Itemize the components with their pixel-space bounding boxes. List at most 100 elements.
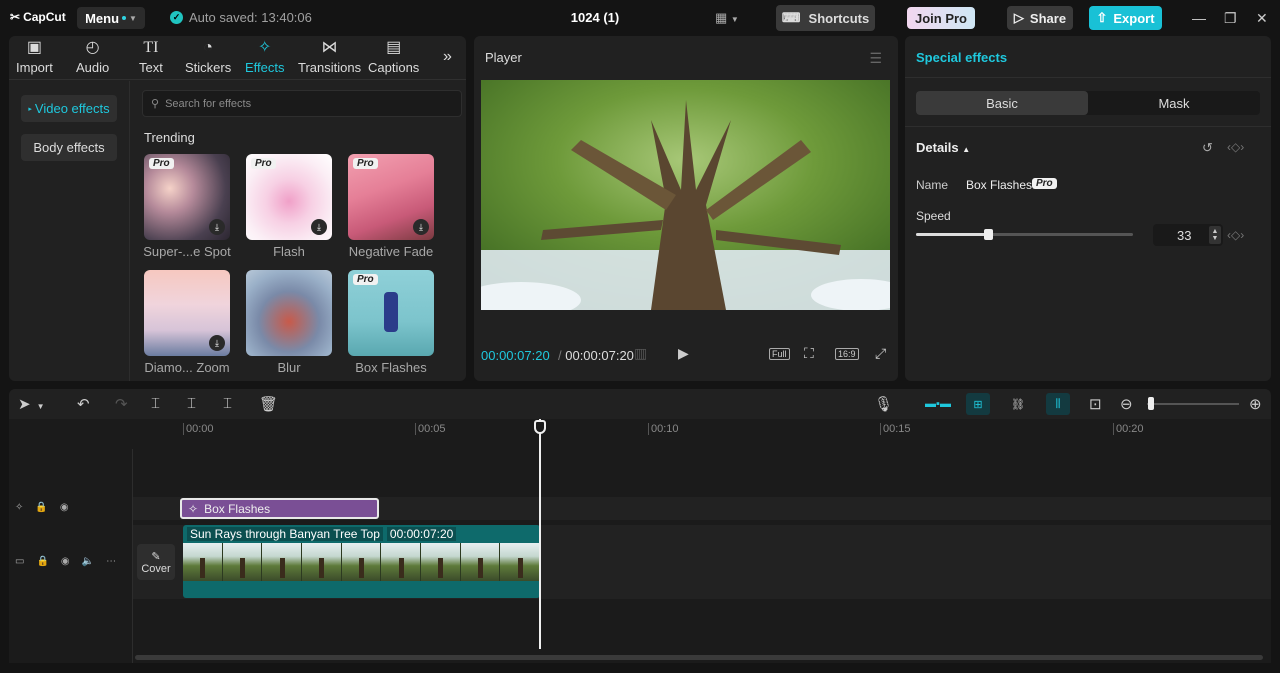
select-cursor-icon[interactable]: ➤ ▼: [18, 395, 45, 413]
video-clip[interactable]: Sun Rays through Banyan Tree Top 00:00:07…: [183, 525, 540, 598]
project-name[interactable]: 1024 (1): [560, 10, 630, 25]
text-icon: TI: [143, 39, 159, 56]
hamburger-icon[interactable]: ☰: [869, 50, 882, 67]
delete-icon[interactable]: 🗑: [259, 395, 278, 413]
eye-icon[interactable]: ◉: [61, 556, 70, 567]
lock-icon[interactable]: 🔒: [36, 556, 48, 567]
effects-icon: ✧: [258, 39, 272, 56]
stepper-icon[interactable]: ▲ ▼: [1209, 226, 1221, 244]
effect-card-super-spot[interactable]: Pro ⤓: [144, 154, 230, 240]
keyframe-icon[interactable]: ‹◇›: [1227, 140, 1244, 154]
more-icon[interactable]: ⋯: [106, 556, 116, 567]
cover-button[interactable]: ✎ Cover: [137, 544, 175, 580]
speed-slider-fill: [916, 233, 988, 236]
ruler-label: 00:00: [183, 423, 214, 435]
undo-icon[interactable]: ↶: [77, 395, 90, 413]
time-ruler[interactable]: 00:00 00:05 00:10 00:15 00:20: [183, 419, 1271, 441]
speed-slider[interactable]: [916, 229, 1133, 240]
total-timecode: / 00:00:07:20: [558, 348, 634, 363]
effect-card-label: Box Flashes: [355, 360, 427, 375]
playhead-handle[interactable]: [534, 420, 546, 434]
horizontal-scrollbar[interactable]: [135, 655, 1263, 660]
effect-card-blur[interactable]: [246, 270, 332, 356]
search-input[interactable]: ⚲ Search for effects: [142, 90, 462, 117]
download-icon[interactable]: ⤓: [209, 219, 225, 235]
share-button[interactable]: ▷ Share: [1007, 6, 1073, 30]
minimize-icon[interactable]: —: [1192, 10, 1206, 26]
layout-icon[interactable]: ▦ ▼: [715, 10, 739, 26]
download-icon[interactable]: ⤓: [209, 335, 225, 351]
reset-icon[interactable]: ↺: [1202, 140, 1213, 156]
effect-card-diamond-zoom[interactable]: ⤓: [144, 270, 230, 356]
effect-name-value: Box Flashes: [966, 178, 1033, 192]
pro-badge: Pro: [353, 158, 378, 169]
split-icon[interactable]: ⌶: [151, 395, 160, 412]
tab-effects[interactable]: ✧ Effects: [245, 39, 285, 75]
tab-basic[interactable]: Basic: [916, 91, 1088, 115]
edit-icon: ✎: [151, 550, 161, 563]
player-title: Player: [485, 50, 522, 65]
effect-card-box-flashes[interactable]: Pro: [348, 270, 434, 356]
trim-left-icon[interactable]: ⌶: [187, 395, 196, 412]
check-icon: ✓: [170, 11, 183, 24]
audio-icon[interactable]: 🔈: [82, 556, 94, 567]
menu-button[interactable]: Menu ▼: [77, 7, 145, 29]
full-quality-button[interactable]: Full: [769, 348, 790, 360]
speed-slider-handle[interactable]: [983, 229, 993, 240]
close-icon[interactable]: ✕: [1256, 10, 1268, 27]
special-effects-panel: Special effects Basic Mask Details ▲ ↺ ‹…: [905, 36, 1271, 381]
zoom-out-icon[interactable]: ⊖: [1120, 395, 1133, 413]
playhead[interactable]: [539, 419, 541, 649]
trim-right-icon[interactable]: ⌶: [223, 395, 232, 412]
play-button[interactable]: ▶: [678, 345, 689, 362]
zoom-fit-icon[interactable]: ⛶: [804, 345, 814, 362]
details-toggle[interactable]: Details ▲: [916, 140, 970, 155]
speed-label: Speed: [916, 209, 951, 223]
link-icon[interactable]: ⛓: [1006, 393, 1030, 415]
tab-import[interactable]: ▣ Import: [16, 39, 53, 75]
more-tabs-icon[interactable]: »: [443, 48, 452, 66]
stickers-icon: ◔: [203, 39, 213, 56]
download-icon[interactable]: ⤓: [413, 219, 429, 235]
fullscreen-icon[interactable]: ⤢: [875, 345, 886, 362]
zoom-in-icon[interactable]: ⊕: [1249, 395, 1262, 413]
zoom-slider-handle[interactable]: [1148, 397, 1154, 410]
effect-card-label: Negative Fade: [348, 244, 434, 259]
preview-axis-icon[interactable]: ⫼: [1046, 393, 1070, 415]
tab-mask[interactable]: Mask: [1088, 91, 1260, 115]
lock-icon[interactable]: 🔒: [35, 502, 47, 513]
zoom-slider[interactable]: [1147, 403, 1239, 405]
effect-card-flash[interactable]: Pro ⤓: [246, 154, 332, 240]
effect-clip[interactable]: ✧ Box Flashes: [180, 498, 379, 519]
caret-up-icon: ▲: [962, 145, 971, 154]
tab-captions[interactable]: ▤ Captions: [368, 39, 419, 75]
redo-icon[interactable]: ↷: [115, 395, 128, 413]
shortcuts-button[interactable]: ⌨ Shortcuts: [776, 5, 875, 31]
chevron-down-icon: ▼: [129, 13, 137, 23]
join-pro-button[interactable]: Join Pro: [907, 7, 975, 29]
category-video-effects[interactable]: ▸ Video effects: [21, 95, 117, 122]
video-preview[interactable]: [481, 80, 890, 310]
microphone-icon[interactable]: 🎙: [874, 395, 893, 413]
tab-stickers[interactable]: ◔ Stickers: [185, 39, 231, 75]
tab-transitions[interactable]: ⋈ Transitions: [298, 39, 361, 75]
auto-snapping-icon[interactable]: ⊞: [966, 393, 990, 415]
export-button[interactable]: ⇧ Export: [1089, 6, 1162, 30]
category-body-effects[interactable]: Body effects: [21, 134, 117, 161]
effect-card-negative-fade[interactable]: Pro ⤓: [348, 154, 434, 240]
pro-badge: Pro: [353, 274, 378, 285]
timeline-toolbar: ➤ ▼ ↶ ↷ ⌶ ⌶ ⌶ 🗑 🎙 ▬▪▬ ⊞ ⛓ ⫼ ⊡ ⊖ ⊕: [9, 389, 1271, 419]
player-panel: Player ☰ 00:00:07:20 / 00:00:07:20 ▥ ▶ F…: [474, 36, 898, 381]
ruler-label: 00:10: [648, 423, 679, 435]
main-track-magnet-icon[interactable]: ▬▪▬: [925, 393, 951, 415]
eye-icon[interactable]: ◉: [60, 502, 69, 513]
aspect-ratio-button[interactable]: 16:9: [835, 348, 859, 360]
keyboard-icon: ⌨: [781, 10, 801, 25]
tab-audio[interactable]: ◴ Audio: [76, 39, 109, 75]
restore-icon[interactable]: ❐: [1224, 10, 1237, 27]
tab-text[interactable]: TI Text: [139, 39, 163, 75]
fit-timeline-icon[interactable]: ⊡: [1089, 395, 1102, 413]
speed-keyframe-icon[interactable]: ‹◇›: [1227, 228, 1244, 242]
download-icon[interactable]: ⤓: [311, 219, 327, 235]
speed-value-input[interactable]: 33 ▲ ▼: [1153, 224, 1223, 246]
